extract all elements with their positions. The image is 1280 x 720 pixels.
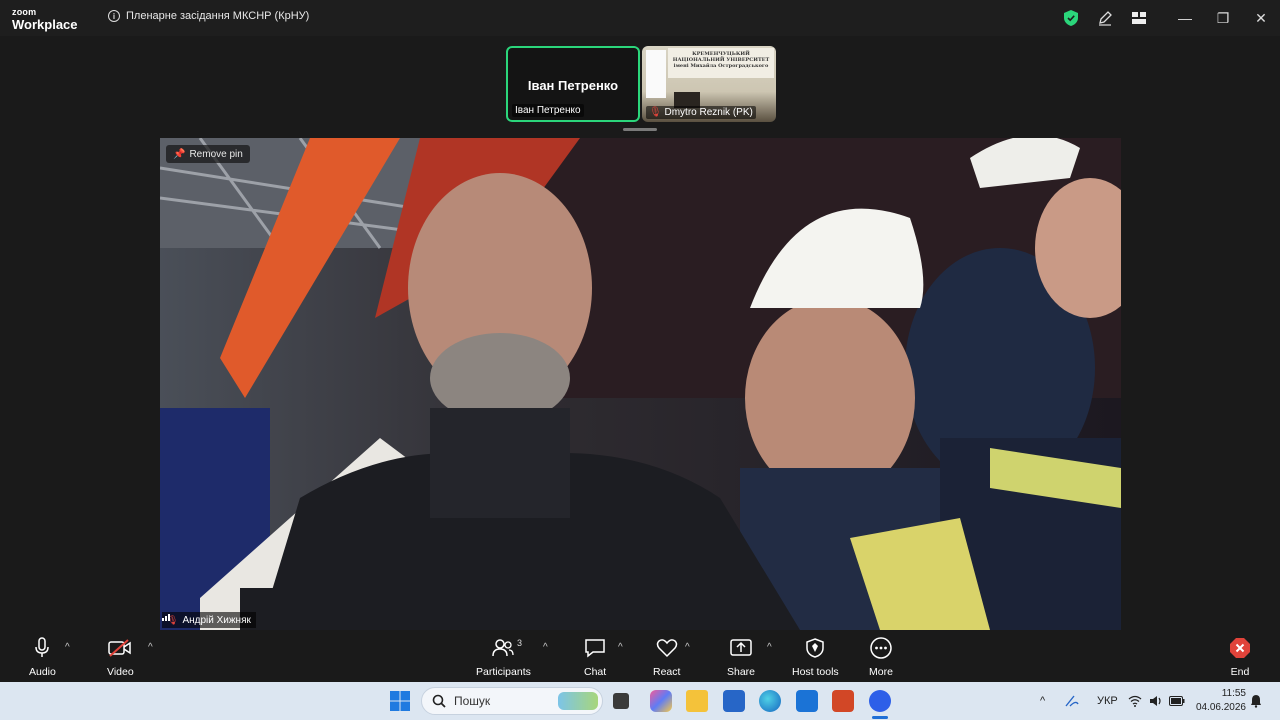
- share-screen-icon: [730, 636, 752, 660]
- chat-bubble-icon: [584, 636, 606, 660]
- share-label: Share: [727, 666, 756, 678]
- zoom-window: zoom Workplace i Пленарне засідання МКСН…: [0, 0, 1280, 682]
- video-button[interactable]: Video: [107, 636, 134, 678]
- zoom-logo: zoom Workplace: [12, 7, 78, 32]
- thumbnail-name: Dmytro Reznik (PK): [664, 107, 753, 118]
- zoom-taskbar-icon[interactable]: [869, 690, 891, 712]
- close-button[interactable]: ✕: [1242, 0, 1280, 36]
- annotate-pen-icon[interactable]: [1088, 0, 1122, 36]
- meeting-title: Пленарне засідання МКСНР (КрНУ): [126, 10, 310, 22]
- more-button[interactable]: More: [869, 636, 893, 678]
- notification-bell-icon[interactable]: [1250, 682, 1262, 720]
- thumbnail-label: 🎙 Dmytro Reznik (PK): [646, 106, 756, 119]
- room-wall: [646, 50, 666, 98]
- audio-options-chevron-icon[interactable]: ^: [65, 642, 70, 653]
- pen-touch-icon[interactable]: [1064, 682, 1080, 720]
- windows-taskbar: Пошук ^ УКР 11:55 04.06.2026: [0, 682, 1280, 720]
- meeting-toolbar: Audio ^ Video ^ Participants 3 ^ Chat ^: [0, 630, 1280, 682]
- remove-pin-label: Remove pin: [189, 148, 243, 160]
- chat-label: Chat: [584, 666, 607, 678]
- participants-options-chevron-icon[interactable]: ^: [543, 642, 548, 653]
- clock-date: 04.06.2026: [1195, 702, 1246, 713]
- taskbar-clock[interactable]: 11:55 04.06.2026: [1196, 687, 1246, 715]
- active-app-indicator: [872, 716, 888, 719]
- react-label: React: [653, 666, 681, 678]
- security-shield-icon[interactable]: [1054, 0, 1088, 36]
- signal-icon: [162, 614, 170, 621]
- host-tools-label: Host tools: [792, 666, 839, 678]
- search-icon: [432, 694, 446, 708]
- participant-name: Андрій Хижняк: [182, 614, 251, 626]
- react-button[interactable]: React: [653, 636, 680, 678]
- more-label: More: [869, 666, 893, 678]
- video-label: Video: [107, 666, 134, 678]
- minimize-button[interactable]: —: [1166, 0, 1204, 36]
- participants-count: 3: [517, 638, 523, 648]
- audio-label: Audio: [29, 666, 56, 678]
- react-options-chevron-icon[interactable]: ^: [685, 642, 690, 653]
- wifi-icon[interactable]: [1128, 682, 1142, 720]
- volume-icon[interactable]: [1149, 682, 1163, 720]
- participants-label: Participants: [476, 666, 531, 678]
- language-indicator[interactable]: УКР: [1097, 682, 1118, 720]
- video-options-chevron-icon[interactable]: ^: [148, 642, 153, 653]
- more-dots-icon: [870, 636, 892, 660]
- thumbnail-strip: Іван Петренко Іван Петренко КРЕМЕНЧУЦЬКИ…: [506, 46, 776, 122]
- microphone-icon: [34, 636, 50, 660]
- chat-options-chevron-icon[interactable]: ^: [618, 642, 623, 653]
- video-off-icon: [108, 636, 132, 660]
- participant-name-tag: 🎙 Андрій Хижняк: [162, 612, 256, 628]
- share-options-chevron-icon[interactable]: ^: [767, 642, 772, 653]
- main-video: 📌 Remove pin 🎙 Андрій Хижняк: [160, 138, 1121, 630]
- tray-chevron-icon[interactable]: ^: [1040, 682, 1045, 720]
- powerpoint-icon[interactable]: [832, 690, 854, 712]
- projected-slide: КРЕМЕНЧУЦЬКИЙ НАЦІОНАЛЬНИЙ УНІВЕРСИТЕТ і…: [668, 48, 774, 78]
- host-tools-button[interactable]: Host tools: [792, 636, 839, 678]
- brand-top: zoom: [12, 7, 37, 17]
- mic-muted-icon: 🎙: [649, 107, 662, 118]
- windows-start-icon[interactable]: [389, 690, 411, 712]
- end-label: End: [1230, 666, 1250, 678]
- search-highlight-image: [558, 692, 598, 710]
- thumbnail-dmytro[interactable]: КРЕМЕНЧУЦЬКИЙ НАЦІОНАЛЬНИЙ УНІВЕРСИТЕТ і…: [642, 46, 776, 122]
- audio-button[interactable]: Audio: [29, 636, 56, 678]
- share-button[interactable]: Share: [727, 636, 755, 678]
- outlook-icon[interactable]: [796, 690, 818, 712]
- search-placeholder: Пошук: [454, 694, 491, 708]
- meeting-info[interactable]: i Пленарне засідання МКСНР (КрНУ): [108, 10, 309, 22]
- end-meeting-button[interactable]: End: [1229, 636, 1251, 678]
- store-icon[interactable]: [723, 690, 745, 712]
- participants-button[interactable]: Participants: [476, 636, 531, 678]
- remove-pin-button[interactable]: 📌 Remove pin: [166, 145, 250, 163]
- thumbnail-ivan[interactable]: Іван Петренко Іван Петренко: [506, 46, 640, 122]
- title-bar: zoom Workplace i Пленарне засідання МКСН…: [0, 0, 1280, 36]
- info-icon[interactable]: i: [108, 10, 120, 22]
- video-frame: [160, 138, 1121, 630]
- participants-icon: [492, 636, 515, 660]
- taskbar-search[interactable]: Пошук: [421, 687, 603, 715]
- edge-browser-icon[interactable]: [759, 690, 781, 712]
- heart-icon: [656, 636, 678, 660]
- host-shield-icon: [806, 636, 825, 660]
- chat-button[interactable]: Chat: [584, 636, 606, 678]
- brand-bottom: Workplace: [12, 17, 78, 32]
- view-layout-icon[interactable]: [1122, 0, 1156, 36]
- end-x-icon: [1229, 636, 1251, 660]
- thumbnail-big-name: Іван Петренко: [527, 78, 619, 93]
- file-explorer-icon[interactable]: [686, 690, 708, 712]
- clock-time: 11:55: [1221, 688, 1246, 699]
- pin-icon: 📌: [173, 148, 186, 160]
- battery-icon[interactable]: [1169, 682, 1185, 720]
- thumbnail-label: Іван Петренко: [512, 104, 584, 117]
- copilot-icon[interactable]: [650, 690, 672, 712]
- title-controls: — ❐ ✕: [1054, 0, 1280, 36]
- restore-button[interactable]: ❐: [1204, 0, 1242, 36]
- task-view-icon[interactable]: [613, 693, 629, 709]
- strip-drag-handle[interactable]: [623, 128, 657, 131]
